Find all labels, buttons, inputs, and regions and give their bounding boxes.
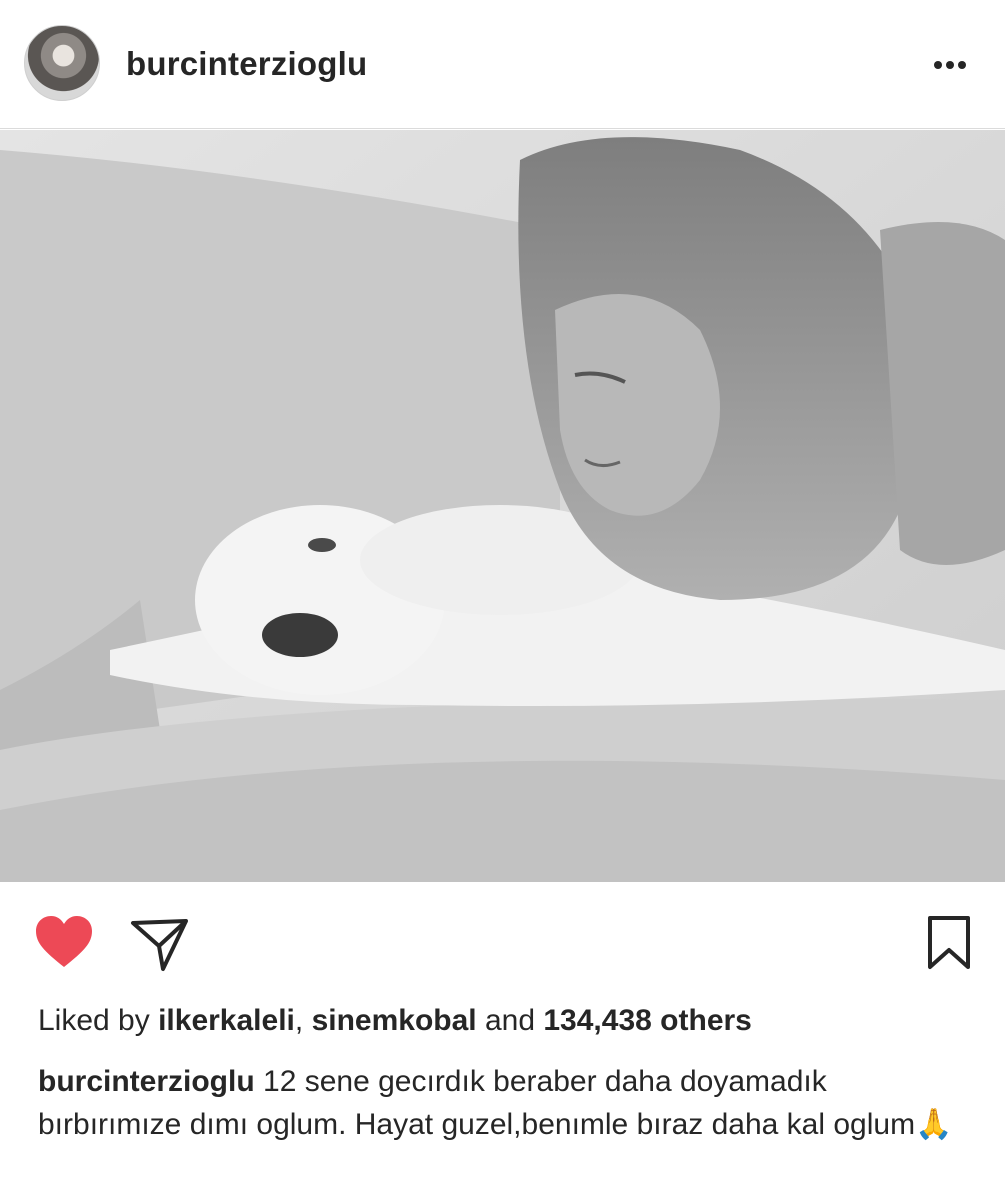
post-username[interactable]: burcinterzioglu (126, 45, 367, 83)
post-header: burcinterzioglu (0, 0, 1005, 129)
likes-summary: Liked by ilkerkaleli, sinemkobal and 134… (38, 1004, 752, 1038)
likes-conjunction: and (484, 1004, 536, 1037)
caption-username[interactable]: burcinterzioglu (38, 1065, 255, 1098)
likes-count[interactable]: 134,438 (543, 1004, 651, 1037)
profile-avatar[interactable] (24, 25, 100, 101)
paper-plane-icon[interactable] (130, 915, 190, 978)
bookmark-icon[interactable] (926, 915, 972, 976)
liker-2[interactable]: sinemkobal (312, 1004, 477, 1037)
post-actions (0, 905, 1005, 980)
more-options-icon[interactable] (930, 50, 970, 80)
heart-icon[interactable] (34, 915, 94, 975)
liker-1[interactable]: ilkerkaleli (158, 1004, 295, 1037)
post-photo[interactable] (0, 130, 1005, 882)
likes-others-label[interactable]: others (660, 1004, 752, 1037)
post-caption: burcinterzioglu 12 sene gecırdık beraber… (38, 1060, 978, 1146)
likes-prefix: Liked by (38, 1004, 150, 1037)
likes-separator: , (294, 1004, 304, 1037)
